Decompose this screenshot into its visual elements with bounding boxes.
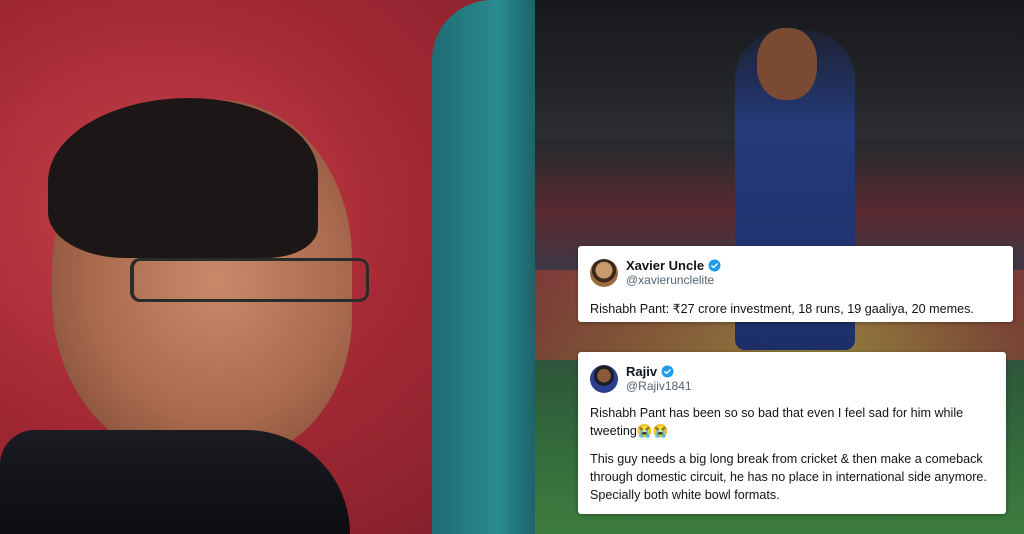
verified-badge-icon (661, 365, 674, 378)
tweet-header: Rajiv @Rajiv1841 (590, 364, 994, 394)
cricketer-head (757, 28, 817, 100)
user-handle[interactable]: @xavierunclelite (626, 273, 721, 288)
tweet-card[interactable]: Xavier Uncle @xavierunclelite Rishabh Pa… (578, 246, 1013, 322)
background-person-shoulder (432, 0, 535, 534)
dark-jacket (0, 430, 350, 534)
tweet-text: Rishabh Pant: ₹27 crore investment, 18 r… (590, 302, 974, 316)
display-name[interactable]: Xavier Uncle (626, 258, 704, 273)
user-handle[interactable]: @Rajiv1841 (626, 379, 692, 394)
left-photo (0, 0, 535, 534)
tweet-header: Xavier Uncle @xavierunclelite (590, 258, 1001, 288)
eyeglasses (130, 258, 369, 302)
tweet-text-paragraph-2: This guy needs a big long break from cri… (590, 452, 987, 502)
man-hair (48, 98, 318, 258)
verified-badge-icon (708, 259, 721, 272)
avatar[interactable] (590, 259, 618, 287)
tweet-author: Rajiv @Rajiv1841 (626, 364, 692, 394)
tweet-text-paragraph-1: Rishabh Pant has been so so bad that eve… (590, 406, 964, 438)
avatar[interactable] (590, 365, 618, 393)
display-name[interactable]: Rajiv (626, 364, 657, 379)
tweet-card[interactable]: Rajiv @Rajiv1841 Rishabh Pant has been s… (578, 352, 1006, 514)
tweet-author: Xavier Uncle @xavierunclelite (626, 258, 721, 288)
